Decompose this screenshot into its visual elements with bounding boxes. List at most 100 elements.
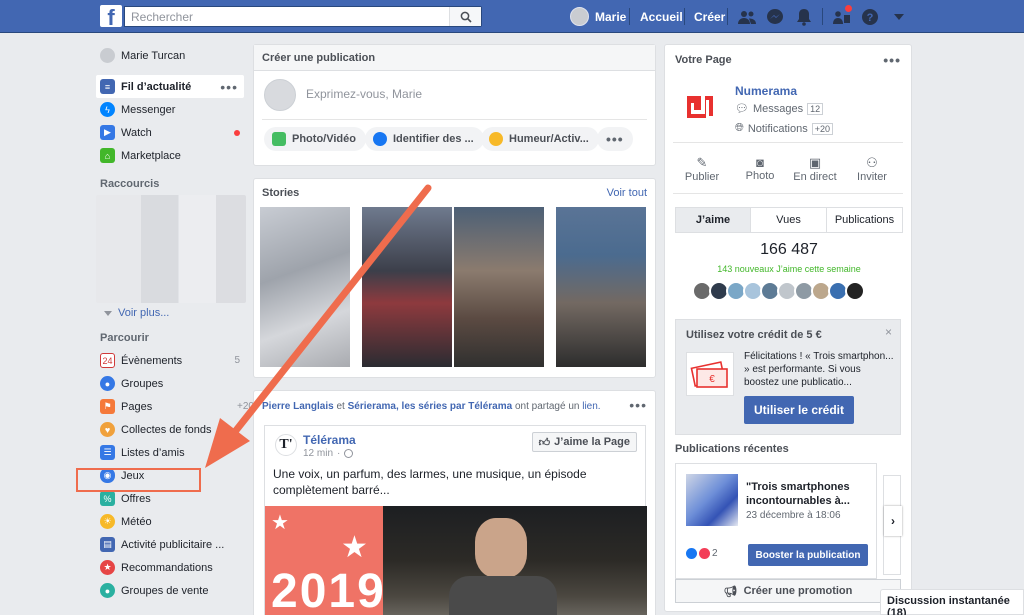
recent-post-title[interactable]: "Trois smartphones incontournables à... — [746, 480, 870, 508]
shared-page-post: T' Télérama 12 min · 👍︎ J’aime la Page U… — [264, 425, 647, 615]
page-messages-link[interactable]: 💬︎ Messages 12 — [735, 102, 824, 115]
page-name-link[interactable]: Télérama — [303, 433, 356, 447]
close-icon[interactable]: × — [885, 325, 892, 339]
credit-text: Félicitations ! « Trois smartphon... » e… — [744, 351, 894, 388]
numerama-logo[interactable] — [685, 92, 715, 120]
sidebar-item-recommendations[interactable]: ★ Recommandations — [96, 556, 246, 579]
page-name-link[interactable]: Numerama — [735, 84, 797, 98]
search-button[interactable] — [449, 7, 481, 26]
profile-name: Marie — [595, 9, 627, 24]
item-count: 5 — [234, 355, 240, 366]
post-time: 12 min — [303, 448, 334, 459]
sidebar-item-messenger[interactable]: ϟ Messenger — [96, 98, 246, 121]
left-navigation: Marie Turcan ≡ Fil d’actualité ••• ϟ Mes… — [96, 44, 254, 602]
button-label: Photo — [745, 170, 775, 182]
home-link[interactable]: Accueil — [640, 10, 683, 24]
boost-post-button[interactable]: Booster la publication — [748, 544, 868, 566]
create-promotion-button[interactable]: 📢︎ Créer une promotion — [675, 579, 901, 603]
sidebar-item-groups[interactable]: ● Groupes — [96, 372, 246, 395]
tab-views[interactable]: Vues — [750, 207, 827, 233]
post-image-right[interactable] — [383, 506, 647, 615]
button-label: En direct — [793, 171, 837, 183]
reaction-summary[interactable]: 2 — [686, 548, 718, 559]
news-feed-icon: ≡ — [100, 79, 115, 94]
weather-icon: ☀ — [100, 514, 115, 529]
sidebar-item-ad-activity[interactable]: ▤ Activité publicitaire ... — [96, 533, 246, 556]
fan-avatars — [692, 281, 865, 301]
friend-requests-icon[interactable] — [737, 7, 757, 27]
share-action-text: ont partagé un — [514, 401, 580, 412]
more-options-icon[interactable]: ••• — [883, 52, 901, 68]
year-graphic: 2019 — [271, 565, 383, 615]
item-count: +20 — [237, 401, 254, 412]
reaction-count: 2 — [712, 548, 718, 559]
search-box[interactable] — [124, 6, 482, 27]
post-options-icon[interactable]: ••• — [629, 397, 647, 413]
help-icon[interactable]: ? — [860, 7, 880, 27]
sidebar-item-fundraisers[interactable]: ♥ Collectes de fonds — [96, 418, 246, 441]
sidebar-item-label: Marketplace — [121, 149, 181, 162]
notification-badge — [844, 4, 853, 13]
more-options-button[interactable]: ••• — [597, 127, 633, 151]
chevron-right-icon[interactable]: › — [884, 506, 902, 536]
shared-link[interactable]: lien. — [582, 401, 600, 412]
sidebar-item-profile[interactable]: Marie Turcan — [96, 44, 246, 67]
story-thumbnail[interactable] — [454, 207, 544, 367]
profile-name: Marie Turcan — [121, 49, 186, 62]
tab-publications[interactable]: Publications — [826, 207, 903, 233]
link-label: Messages — [752, 102, 804, 115]
invite-button[interactable]: ⚇ Inviter — [847, 155, 897, 183]
tag-friends-button[interactable]: Identifier des ... — [365, 127, 484, 151]
see-more-link[interactable]: Voir plus... — [96, 303, 246, 323]
person-photo — [449, 576, 557, 615]
story-thumbnail[interactable] — [260, 207, 350, 367]
feeling-activity-button[interactable]: Humeur/Activ... — [481, 127, 599, 151]
recent-post-date: 23 décembre à 18:06 — [746, 510, 841, 521]
publish-button[interactable]: ✎ Publier — [677, 155, 727, 183]
photo-video-button[interactable]: Photo/Vidéo — [264, 127, 366, 151]
your-page-panel: Votre Page ••• Numerama 💬︎ Messages 12 🌐… — [664, 44, 912, 612]
more-options-icon[interactable]: ••• — [220, 79, 238, 95]
see-all-stories-link[interactable]: Voir tout — [607, 187, 647, 199]
post-image-left[interactable]: ★ ★ 2019 — [265, 506, 383, 615]
chat-bar[interactable]: Discussion instantanée (18) — [880, 589, 1024, 615]
recent-post-thumbnail[interactable] — [686, 474, 738, 526]
notifications-bell-icon[interactable] — [794, 7, 814, 27]
next-recent-post-card[interactable]: › — [883, 475, 902, 575]
facebook-logo-icon[interactable]: f — [100, 5, 122, 27]
sidebar-item-sale-groups[interactable]: ● Groupes de vente — [96, 579, 246, 602]
use-credit-button[interactable]: Utiliser le crédit — [744, 396, 854, 424]
sidebar-item-pages[interactable]: ⚑ Pages +20 — [96, 395, 254, 418]
create-link[interactable]: Créer — [694, 10, 725, 24]
go-live-button[interactable]: ▣ En direct — [789, 155, 841, 183]
profile-link[interactable]: Marie — [570, 7, 626, 26]
message-bubble-icon: 💬︎ — [735, 103, 749, 115]
conjunction-text: et — [336, 401, 345, 412]
messenger-icon[interactable] — [765, 7, 785, 27]
sidebar-item-friend-lists[interactable]: ☰ Listes d’amis — [96, 441, 246, 464]
avatar[interactable] — [845, 281, 865, 301]
new-content-badge — [234, 129, 240, 136]
sidebar-item-watch[interactable]: ▶ Watch — [96, 121, 246, 144]
telerama-logo[interactable]: T' — [275, 434, 297, 456]
sidebar-item-weather[interactable]: ☀ Météo — [96, 510, 246, 533]
photo-button[interactable]: ◙ Photo — [735, 155, 785, 182]
story-thumbnail[interactable] — [556, 207, 646, 367]
story-thumbnail[interactable] — [362, 207, 452, 367]
author-link[interactable]: Pierre Langlais — [262, 401, 334, 412]
search-input[interactable] — [125, 7, 445, 26]
author-link[interactable]: Sérierama, les séries par Télérama — [348, 401, 513, 412]
photo-icon — [272, 132, 286, 146]
sidebar-item-news-feed[interactable]: ≡ Fil d’actualité ••• — [96, 75, 244, 98]
account-menu-chevron-down-icon[interactable] — [889, 7, 909, 27]
button-label: Humeur/Activ... — [509, 133, 589, 145]
page-notifications-link[interactable]: 🌐︎ Notifications +20 — [735, 122, 834, 135]
see-more-label: Voir plus... — [118, 307, 170, 319]
sidebar-item-marketplace[interactable]: ⌂ Marketplace — [96, 144, 246, 167]
tab-likes[interactable]: J’aime — [675, 207, 751, 233]
button-label: Photo/Vidéo — [292, 133, 356, 145]
post-composer-input[interactable]: Exprimez-vous, Marie — [306, 87, 422, 101]
divider — [822, 8, 823, 25]
like-page-button[interactable]: 👍︎ J’aime la Page — [531, 432, 637, 452]
sidebar-item-events[interactable]: 24 Évènements 5 — [96, 349, 246, 372]
